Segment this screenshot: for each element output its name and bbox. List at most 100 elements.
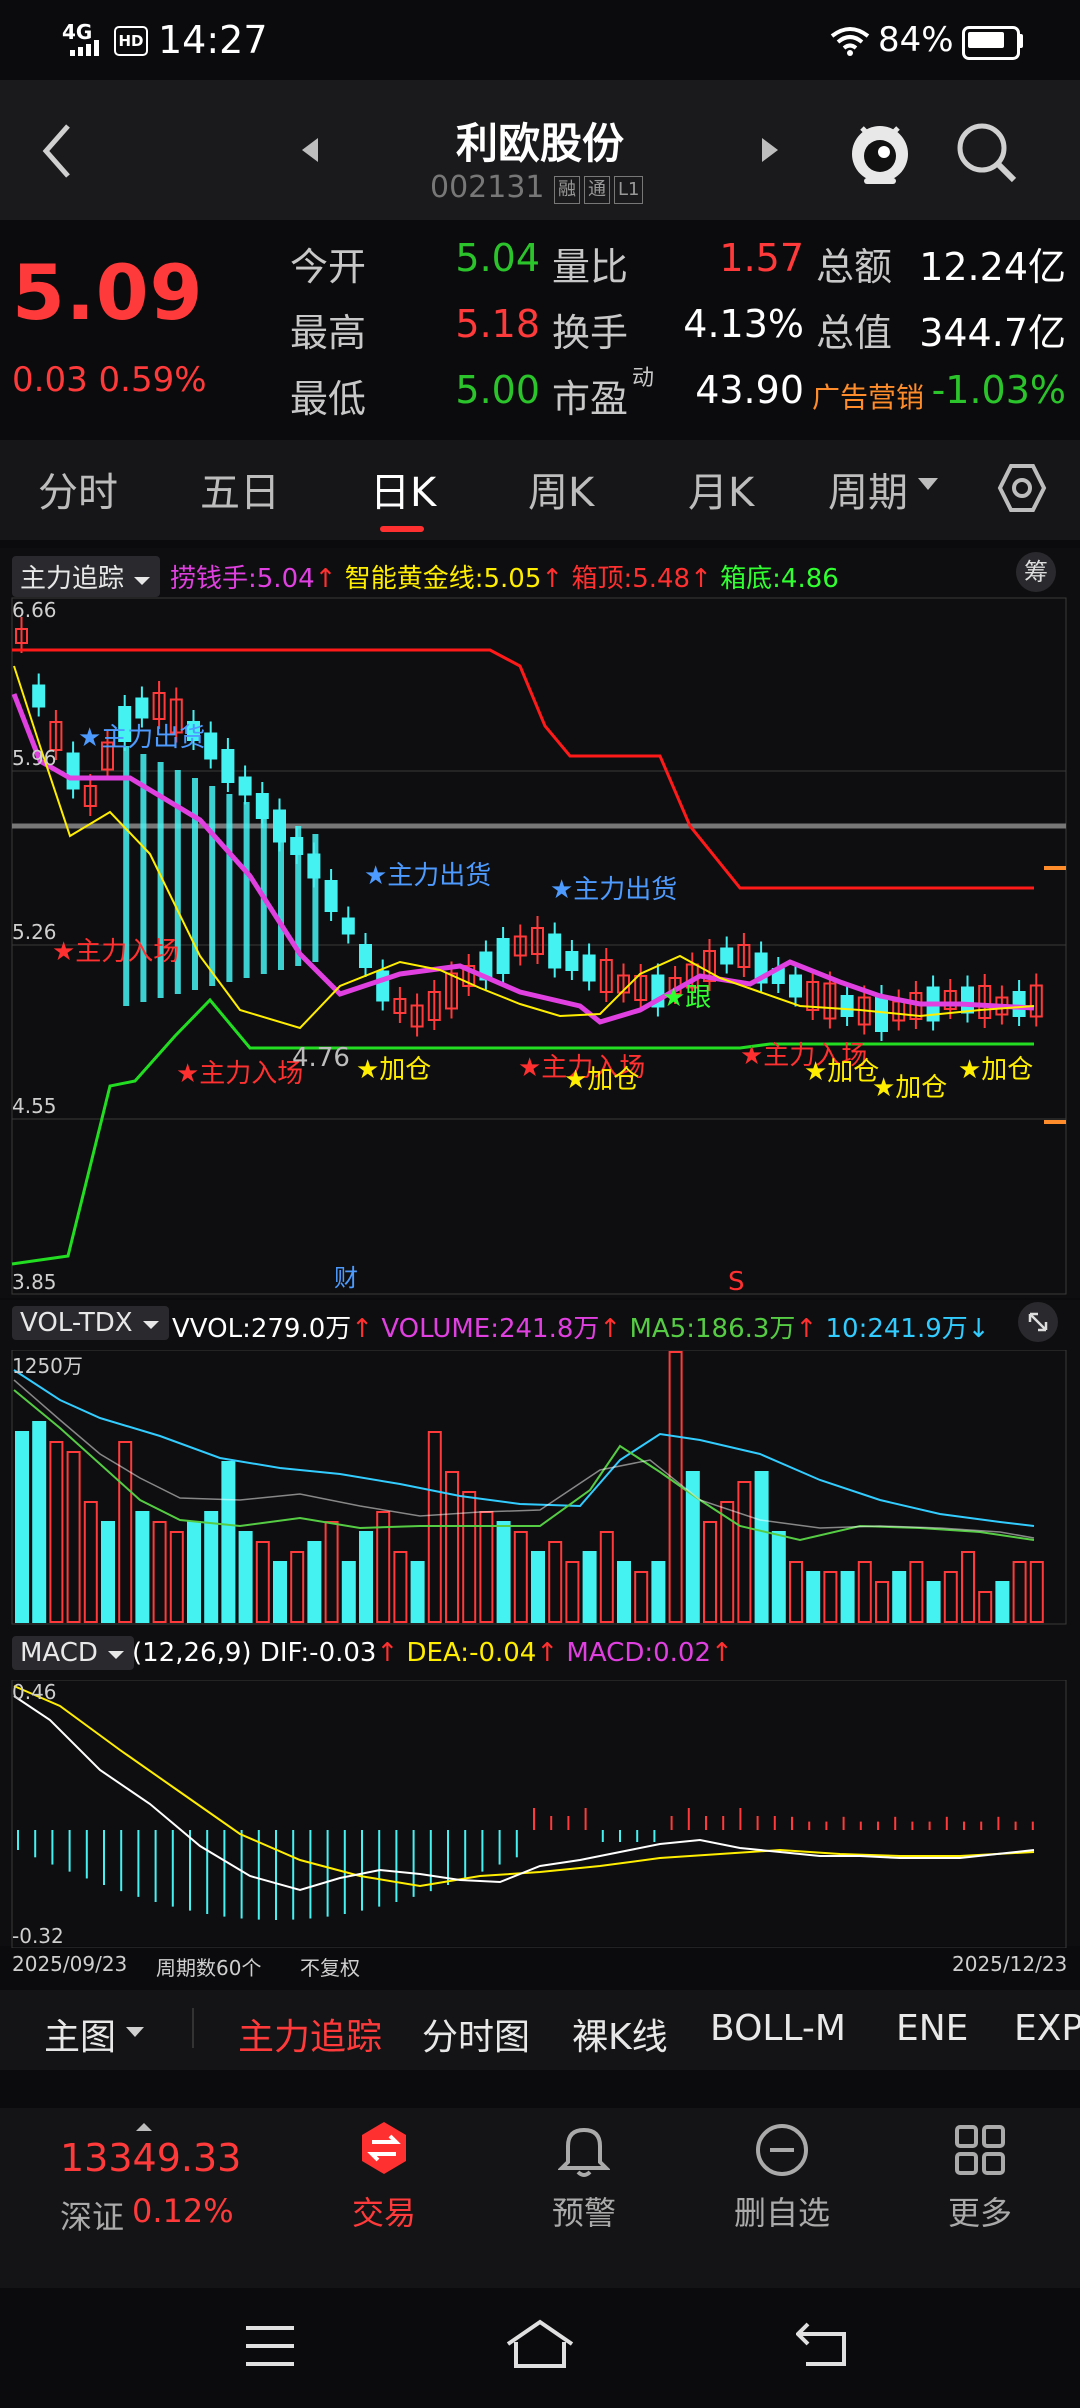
macd-indicator-selector[interactable]: MACD (12, 1636, 135, 1670)
tab-intraday[interactable]: 分时 (38, 460, 118, 518)
chart-marker: ★主力入场 (176, 1059, 303, 1089)
chart-marker: ★主力入场 (52, 937, 179, 967)
volume-bar (273, 1561, 287, 1623)
range-marker-top (1044, 866, 1066, 870)
legend-item: 智能黄金线:5.05 (344, 564, 542, 594)
tab-daily-k[interactable]: 日K (370, 460, 436, 518)
x-axis-adjust-mode[interactable]: 不复权 (300, 1952, 360, 1981)
next-stock-icon[interactable] (760, 136, 780, 168)
chart-marker: ★加仓 (356, 1055, 431, 1085)
volume-bar (548, 1541, 563, 1623)
indicator-item[interactable]: ENE (896, 2008, 968, 2049)
volume-bar (651, 1561, 666, 1623)
volume-bar (995, 1581, 1010, 1623)
macd-y-top: 0.46 (12, 1680, 57, 1704)
tab-weekly-k[interactable]: 周K (528, 460, 594, 518)
volume-bar (840, 1571, 855, 1623)
chip-distribution-button[interactable]: 筹 (1016, 552, 1056, 592)
volume-bar (169, 1531, 184, 1623)
volume-bar (1012, 1561, 1027, 1623)
signal-icon (70, 40, 106, 60)
stock-name: 利欧股份 (455, 119, 624, 168)
indicator-item[interactable]: 主力追踪 (238, 2008, 382, 2060)
main-chart-selector[interactable]: 主图 (44, 2008, 116, 2060)
trend-bar (123, 746, 130, 1006)
legend-item: MA5:186.3万 (629, 1314, 796, 1344)
volume-bar (187, 1521, 201, 1623)
volume-chart (11, 1350, 1067, 1625)
pe-value: 43.90 (695, 368, 804, 412)
trend-bar (192, 778, 198, 990)
range-marker-bottom (1044, 1120, 1066, 1124)
volume-bar (255, 1541, 270, 1623)
volume-bar (152, 1521, 167, 1623)
return-icon[interactable] (795, 2320, 850, 2372)
macd-histogram (17, 1808, 1034, 1920)
volume-bar (634, 1571, 649, 1623)
high-label: 最高 (290, 311, 367, 355)
volume-bar (376, 1511, 391, 1623)
tab-five-day[interactable]: 五日 (200, 460, 280, 518)
indicator-item[interactable]: 裸K线 (572, 2008, 668, 2060)
pe-label: 市盈 (552, 377, 629, 421)
volume-indicator-selector[interactable]: VOL-TDX (12, 1306, 169, 1340)
legend-item: VVOL:279.0万 (172, 1314, 352, 1344)
remove-watchlist-icon[interactable] (754, 2122, 810, 2182)
market-cap-label: 总值 (816, 311, 893, 355)
search-icon[interactable] (954, 120, 1018, 188)
chevron-down-icon (142, 1321, 159, 1329)
nav-alert[interactable]: 预警 (504, 2188, 664, 2234)
index-value[interactable]: 13349.33 (60, 2136, 241, 2180)
grid-icon[interactable] (954, 2124, 1006, 2180)
settings-icon[interactable] (996, 462, 1048, 518)
volume-bar (135, 1511, 150, 1623)
chart-marker: 4.76 (292, 1043, 350, 1073)
indicator-item[interactable]: BOLL-M (710, 2008, 846, 2049)
trend-bar (312, 834, 319, 962)
chevron-down-icon (124, 2024, 146, 2043)
volume-bar (1029, 1561, 1044, 1623)
volume-bar (737, 1481, 752, 1623)
trade-icon[interactable] (356, 2120, 412, 2180)
nav-trade[interactable]: 交易 (304, 2188, 464, 2234)
volume-bar (359, 1531, 373, 1623)
bell-icon[interactable] (557, 2122, 611, 2182)
volume-bar (978, 1591, 993, 1623)
chart-marker: ★加仓 (804, 1057, 879, 1087)
chart-marker: ★加仓 (958, 1055, 1033, 1085)
nav-remove-watchlist[interactable]: 删自选 (702, 2188, 862, 2234)
y-axis-label: 4.55 (12, 1094, 57, 1118)
indicator-item[interactable]: 分时图 (422, 2008, 530, 2060)
indicator-item[interactable]: EXP (1014, 2008, 1080, 2049)
home-icon[interactable] (504, 2318, 576, 2374)
turnover-amount-label: 总额 (816, 245, 893, 289)
chevron-up-icon[interactable] (134, 2118, 154, 2137)
volume-bar (393, 1551, 408, 1623)
volume-bar (617, 1561, 631, 1623)
chart-marker: ★主力出货 (364, 861, 491, 891)
volume-bar (496, 1521, 511, 1623)
open-value: 5.04 (455, 236, 540, 280)
expand-icon[interactable] (1018, 1302, 1058, 1342)
volume-bars (15, 1351, 1044, 1623)
legend-item: 10:241.9万 (825, 1314, 968, 1344)
turnover-amount-value: 12.24亿 (919, 245, 1066, 289)
battery-tip (1018, 34, 1023, 48)
menu-icon[interactable] (244, 2324, 296, 2372)
volume-bar (49, 1441, 64, 1623)
chart-marker: ★加仓 (872, 1073, 947, 1103)
vol-ma10-line (13, 1369, 1035, 1527)
volume-bar (66, 1451, 81, 1623)
tab-monthly-k[interactable]: 月K (688, 460, 754, 518)
main-indicator-selector[interactable]: 主力追踪 (12, 556, 161, 597)
candles (15, 617, 1043, 1041)
mascot-icon[interactable] (848, 116, 912, 190)
tab-period[interactable]: 周期 (828, 460, 908, 518)
sector-link[interactable]: 广告营销 (812, 376, 924, 416)
legend-item: MACD:0.02 (566, 1638, 711, 1668)
volume-bar (15, 1431, 29, 1623)
main-legend: 捞钱手:5.04↑ 智能黄金线:5.05↑ 箱顶:5.48↑ 箱底:4.86 (170, 564, 839, 594)
volume-bar (101, 1521, 115, 1623)
active-tab-indicator (380, 526, 424, 532)
nav-more[interactable]: 更多 (900, 2188, 1060, 2234)
